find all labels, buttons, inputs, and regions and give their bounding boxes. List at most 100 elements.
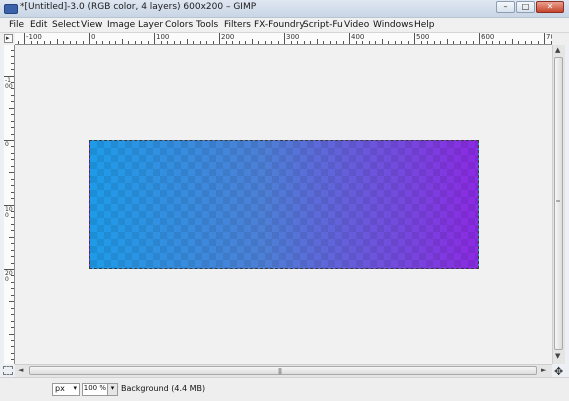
ruler-minor-tick: [95, 41, 97, 44]
ruler-minor-tick: [11, 346, 14, 348]
scroll-up-icon[interactable]: ▲: [555, 46, 560, 54]
vertical-ruler[interactable]: -100 0 100 200: [4, 45, 15, 364]
ruler-minor-tick: [69, 41, 71, 44]
ruler-minor-tick: [537, 41, 539, 44]
quick-mask-menu-button[interactable]: ▸: [4, 34, 13, 43]
ruler-label: 0: [91, 33, 96, 41]
ruler-minor-tick: [11, 178, 14, 180]
ruler-minor-tick: [297, 41, 298, 44]
menu-windows[interactable]: Windows: [373, 20, 413, 30]
horizontal-scrollbar[interactable]: ◄ ||| ►: [15, 364, 552, 377]
menu-layer[interactable]: Layer: [138, 20, 163, 30]
status-layer-info: Background (4.4 MB): [121, 384, 206, 393]
ruler-minor-tick: [11, 327, 14, 329]
ruler-minor-tick: [336, 41, 337, 44]
ruler-minor-tick: [11, 230, 14, 232]
horizontal-ruler[interactable]: -1000100200300400500600700: [15, 33, 559, 45]
ruler-minor-tick: [420, 41, 422, 44]
image-canvas[interactable]: [89, 140, 479, 269]
menu-view[interactable]: View: [81, 20, 102, 30]
ruler-minor-tick: [11, 320, 14, 322]
ruler-minor-tick: [284, 39, 285, 44]
ruler-minor-tick: [316, 39, 318, 44]
ruler-minor-tick: [63, 41, 64, 44]
horizontal-scroll-thumb[interactable]: |||: [29, 366, 537, 375]
menu-script-fu[interactable]: Script-Fu: [303, 20, 343, 30]
ruler-minor-tick: [518, 41, 519, 44]
vertical-scroll-thumb[interactable]: =: [554, 57, 563, 350]
ruler-minor-tick: [433, 41, 435, 44]
ruler-minor-tick: [154, 39, 155, 44]
ruler-minor-tick: [102, 41, 103, 44]
ruler-minor-tick: [11, 294, 14, 296]
ruler-minor-tick: [11, 133, 14, 135]
ruler-minor-tick: [11, 114, 14, 116]
ruler-minor-tick: [11, 146, 14, 148]
ruler-minor-tick: [115, 41, 116, 44]
close-button[interactable]: ✕: [536, 1, 564, 13]
ruler-minor-tick: [290, 41, 292, 44]
menu-help[interactable]: Help: [414, 20, 435, 30]
ruler-minor-tick: [329, 41, 331, 44]
unit-selector[interactable]: px ▾: [52, 383, 80, 396]
canvas-area[interactable]: [15, 45, 552, 364]
ruler-minor-tick: [375, 41, 376, 44]
ruler-minor-tick: [11, 120, 14, 122]
ruler-minor-tick: [505, 41, 506, 44]
menu-arrow-icon: ▸: [6, 34, 10, 42]
minimize-button[interactable]: –: [496, 1, 515, 13]
ruler-minor-tick: [11, 210, 14, 212]
ruler-minor-tick: [11, 217, 14, 219]
status-bar: px ▾ 100 % ▾ Background (4.4 MB): [0, 377, 569, 401]
ruler-minor-tick: [147, 41, 149, 44]
maximize-button[interactable]: □: [516, 1, 535, 13]
unit-value: px: [55, 384, 65, 393]
ruler-minor-tick: [277, 41, 279, 44]
ruler-minor-tick: [11, 62, 14, 64]
ruler-minor-tick: [121, 39, 123, 44]
zoom-value: 100 %: [83, 384, 106, 392]
ruler-minor-tick: [414, 39, 415, 44]
menu-video[interactable]: Video: [344, 20, 369, 30]
scroll-right-icon[interactable]: ►: [541, 366, 546, 374]
ruler-minor-tick: [401, 41, 402, 44]
chevron-down-icon: ▾: [73, 384, 77, 392]
ruler-minor-tick: [186, 39, 188, 44]
quick-mask-toggle-icon[interactable]: [3, 366, 13, 375]
ruler-row: ▸ -1000100200300400500600700: [0, 33, 569, 45]
menu-filters[interactable]: Filters: [224, 20, 251, 30]
menu-file[interactable]: File: [9, 20, 24, 30]
ruler-minor-tick: [479, 39, 480, 44]
zoom-selector[interactable]: 100 % ▾: [82, 383, 118, 396]
ruler-minor-tick: [11, 185, 14, 187]
chevron-down-icon[interactable]: ▾: [107, 384, 117, 395]
ruler-minor-tick: [368, 41, 370, 44]
ruler-minor-tick: [9, 107, 14, 109]
menu-select[interactable]: Select: [52, 20, 80, 30]
ruler-minor-tick: [492, 41, 493, 44]
ruler-minor-tick: [245, 41, 246, 44]
ruler-minor-tick: [9, 140, 14, 141]
ruler-minor-tick: [11, 56, 14, 58]
menu-tools[interactable]: Tools: [196, 20, 218, 30]
ruler-minor-tick: [323, 41, 324, 44]
ruler-label: 600: [481, 33, 495, 41]
menu-edit[interactable]: Edit: [30, 20, 47, 30]
ruler-minor-tick: [9, 236, 14, 238]
scroll-left-icon[interactable]: ◄: [18, 366, 23, 374]
ruler-minor-tick: [11, 307, 14, 309]
scroll-down-icon[interactable]: ▼: [555, 352, 560, 360]
ruler-minor-tick: [134, 41, 136, 44]
ruler-minor-tick: [82, 41, 84, 44]
menu-colors[interactable]: Colors: [165, 20, 193, 30]
vertical-scrollbar[interactable]: ▲ = ▼: [552, 45, 565, 364]
ruler-minor-tick: [9, 301, 14, 303]
ruler-minor-tick: [160, 41, 162, 44]
ruler-minor-tick: [485, 41, 487, 44]
ruler-minor-tick: [342, 41, 344, 44]
ruler-minor-tick: [531, 41, 532, 44]
transparency-checker: [90, 141, 478, 268]
menu-image[interactable]: Image: [107, 20, 135, 30]
ruler-minor-tick: [9, 172, 14, 174]
menu-fx-foundry[interactable]: FX-Foundry: [254, 20, 305, 30]
